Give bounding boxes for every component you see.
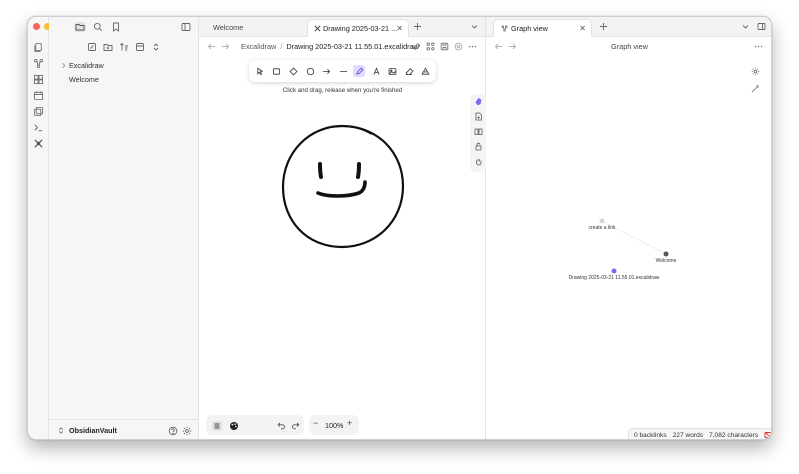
breadcrumb-file[interactable]: Drawing 2025-03-21 11.55.01.excalidraw (286, 42, 419, 51)
new-folder-icon[interactable] (103, 42, 113, 52)
zoom-in-button[interactable]: + (347, 418, 352, 428)
breadcrumb: Excalidraw / Drawing 2025-03-21 11.55.01… (241, 42, 419, 51)
app-window: Excalidraw Welcome ObsidianVault Welcome (27, 16, 772, 440)
tab-label: Welcome (213, 23, 244, 32)
tree-file-welcome[interactable]: Welcome (69, 74, 99, 85)
backlinks-count[interactable]: 0 backlinks (634, 432, 667, 439)
mindmap-icon[interactable] (426, 42, 435, 51)
more-options-icon[interactable] (468, 42, 477, 51)
chevron-right-icon (60, 61, 67, 68)
tab-welcome[interactable]: Welcome (201, 19, 307, 37)
undo-icon[interactable] (277, 421, 286, 430)
character-count: 7,082 characters (709, 431, 759, 439)
drawn-circle-outline (281, 124, 405, 249)
breadcrumb-separator: / (280, 42, 283, 51)
tab-list-chevron-icon[interactable] (470, 22, 479, 31)
sort-icon[interactable] (119, 42, 129, 52)
new-tab-icon[interactable] (413, 22, 422, 31)
status-bar: 0 backlinks 227 words 7,082 characters (628, 428, 771, 439)
book-icon[interactable] (474, 127, 483, 136)
graph-node-label: Welcome (655, 258, 677, 264)
arrow-tool-icon[interactable] (320, 65, 332, 77)
terminal-icon[interactable] (33, 122, 44, 133)
zoom-level[interactable]: 100% (325, 421, 343, 430)
collapse-all-icon[interactable] (135, 42, 145, 52)
side-tools-panel (470, 94, 486, 172)
calendar-icon[interactable] (33, 90, 44, 101)
selection-tool-icon[interactable] (254, 65, 266, 77)
graph-icon[interactable] (33, 58, 44, 69)
canvas-icon[interactable] (33, 74, 44, 85)
draw-tool-icon[interactable] (353, 65, 365, 77)
settings-icon[interactable] (182, 426, 192, 436)
vault-name: ObsidianVault (69, 426, 117, 435)
vault-switcher[interactable]: ObsidianVault (49, 419, 199, 439)
search-icon[interactable] (93, 22, 103, 32)
graph-node-drawing[interactable] (611, 268, 617, 274)
zoom-out-button[interactable]: − (313, 418, 318, 428)
graph-node-label: create a link (588, 225, 616, 231)
files-icon[interactable] (33, 42, 44, 53)
export-file-icon[interactable] (474, 112, 483, 121)
save-icon[interactable] (440, 42, 449, 51)
drawn-left-eye (318, 162, 323, 179)
tree-folder-excalidraw[interactable]: Excalidraw (60, 60, 104, 71)
graph-node-create-a-link[interactable] (599, 218, 605, 224)
graph-canvas[interactable] (486, 17, 772, 440)
view-header: Excalidraw / Drawing 2025-03-21 11.55.01… (199, 37, 485, 56)
tool-hint: Click and drag, release when you're fini… (282, 87, 403, 94)
link-icon[interactable] (412, 42, 421, 51)
file-explorer-sidebar: Excalidraw Welcome ObsidianVault (49, 17, 199, 439)
toggle-sidebar-icon[interactable] (181, 22, 191, 32)
folder-tab-icon[interactable] (74, 22, 86, 32)
sync-status-icon[interactable] (764, 431, 771, 439)
chevrons-up-down-icon[interactable] (151, 42, 161, 52)
graph-view-pane: Graph view ✕ Graph view create a link We… (486, 17, 772, 440)
hamburger-menu-icon[interactable] (212, 420, 222, 431)
forward-arrow-icon[interactable] (221, 42, 230, 51)
excalidraw-icon[interactable] (33, 138, 44, 149)
hand-icon[interactable] (474, 157, 483, 166)
drawn-smile (316, 180, 367, 198)
obsidian-tools-icon[interactable] (474, 97, 483, 106)
ellipse-tool-icon[interactable] (304, 65, 316, 77)
bottom-menu-pill (206, 415, 304, 435)
tree-item-label: Welcome (69, 75, 99, 84)
diamond-tool-icon[interactable] (287, 65, 299, 77)
drawn-right-eye (356, 162, 361, 179)
word-count: 227 words (672, 431, 704, 439)
graph-node-label: Drawing 2025-03-21 11.55.01.excalidraw (568, 275, 660, 281)
tab-label: Drawing 2025-03-21 ... (323, 24, 398, 33)
drawing-canvas[interactable] (199, 56, 486, 416)
excalidraw-icon (314, 21, 321, 32)
line-tool-icon[interactable] (337, 65, 349, 77)
lock-icon[interactable] (474, 142, 483, 151)
graph-node-welcome[interactable] (663, 251, 669, 257)
rectangle-tool-icon[interactable] (270, 65, 282, 77)
ribbon (28, 17, 62, 439)
palette-icon[interactable] (229, 421, 239, 431)
back-arrow-icon[interactable] (207, 42, 216, 51)
breadcrumb-folder[interactable]: Excalidraw (241, 42, 276, 51)
bookmark-icon[interactable] (111, 22, 121, 32)
templates-icon[interactable] (33, 106, 44, 117)
zoom-controls: − 100% + (309, 415, 359, 435)
tab-drawing[interactable]: Drawing 2025-03-21 ... ✕ (307, 19, 409, 37)
text-tool-icon[interactable] (370, 65, 382, 77)
scene-settings-icon[interactable] (454, 42, 463, 51)
eraser-tool-icon[interactable] (403, 65, 415, 77)
help-icon[interactable] (168, 426, 178, 436)
image-tool-icon[interactable] (386, 65, 398, 77)
more-tools-icon[interactable] (419, 65, 431, 77)
chevrons-up-down-icon (57, 426, 65, 435)
tree-item-label: Excalidraw (69, 61, 104, 70)
close-tab-icon[interactable]: ✕ (396, 20, 403, 37)
tab-bar: Welcome Drawing 2025-03-21 ... ✕ (199, 17, 485, 37)
new-note-icon[interactable] (87, 42, 97, 52)
shape-toolbar (249, 60, 436, 82)
window-close-button[interactable] (33, 23, 40, 30)
redo-icon[interactable] (291, 421, 300, 430)
